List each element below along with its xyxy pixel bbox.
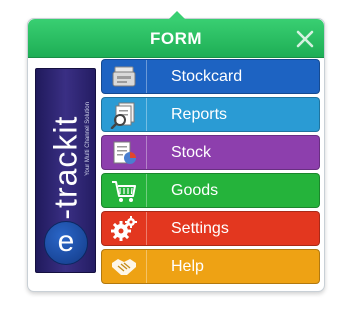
menu-item-label: Goods xyxy=(171,182,219,199)
stockcard-icon xyxy=(102,60,147,93)
menu-item-label: Stockcard xyxy=(171,68,243,85)
shopping-cart-icon xyxy=(102,174,147,207)
menu-item-help[interactable]: Help xyxy=(101,249,320,284)
logo-tagline: Your Multi Channel Solution xyxy=(85,102,91,176)
menu-item-settings[interactable]: Settings xyxy=(101,211,320,246)
menu-item-label: Stock xyxy=(171,144,212,161)
stock-chart-icon xyxy=(102,136,147,169)
menu-item-label: Help xyxy=(171,258,204,275)
etrackit-logo: e-trackit Your Multi Channel Solution e xyxy=(35,68,96,273)
gears-icon xyxy=(102,212,147,245)
close-icon[interactable] xyxy=(294,28,316,50)
window-title: FORM xyxy=(149,29,203,48)
menu-item-stock[interactable]: Stock xyxy=(101,135,320,170)
menu-item-label: Reports xyxy=(171,106,228,123)
menu-item-label: Settings xyxy=(171,220,229,237)
menu-item-reports[interactable]: Reports xyxy=(101,97,320,132)
logo-badge: e xyxy=(44,221,88,265)
reports-icon xyxy=(102,98,147,131)
menu-item-goods[interactable]: Goods xyxy=(101,173,320,208)
menu-item-stockcard[interactable]: Stockcard xyxy=(101,59,320,94)
handshake-icon xyxy=(102,250,147,283)
title-bar: FORM xyxy=(28,11,324,58)
form-window: FORM e-trackit Your Multi Channel Soluti… xyxy=(27,11,325,292)
logo-wordmark: e-trackit xyxy=(47,115,84,239)
